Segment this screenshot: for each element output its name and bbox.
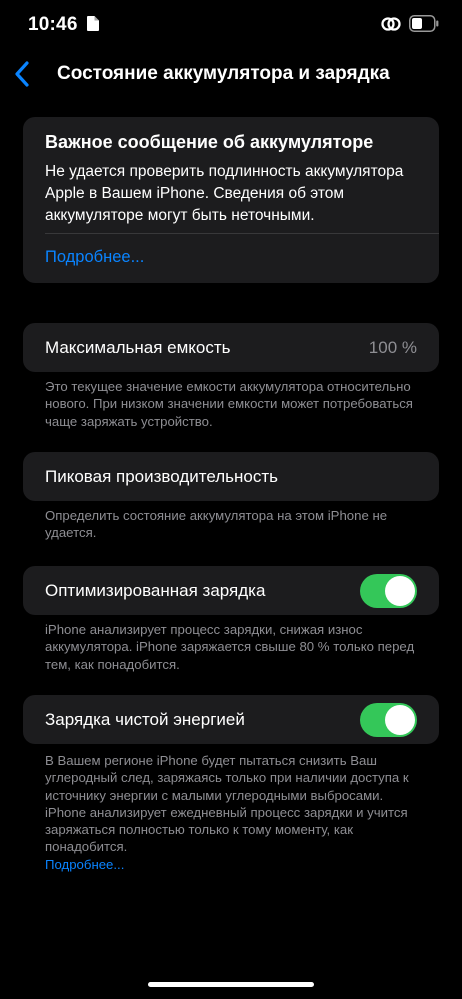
toggle-knob	[385, 576, 415, 606]
alert-text: Не удается проверить подлинность аккумул…	[45, 163, 404, 224]
home-indicator[interactable]	[148, 982, 314, 987]
max-capacity-value: 100 %	[368, 338, 417, 357]
max-capacity-row: Максимальная емкость 100 %	[23, 323, 439, 372]
clean-energy-footnote-text: В Вашем регионе iPhone будет пытаться сн…	[45, 753, 409, 855]
optimized-charging-footnote: iPhone анализирует процесс зарядки, сниж…	[45, 622, 415, 672]
peak-performance-footnote: Определить состояние аккумулятора на это…	[45, 508, 388, 541]
alert-title: Важное сообщение об аккумуляторе	[45, 132, 374, 152]
status-time: 10:46	[28, 14, 78, 35]
battery-alert-card: Важное сообщение об аккумуляторе Не удае…	[23, 117, 439, 283]
navigation-bar: Состояние аккумулятора и зарядка	[0, 58, 462, 94]
clean-energy-footnote: В Вашем регионе iPhone будет пытаться сн…	[45, 752, 425, 873]
page-title: Состояние аккумулятора и зарядка	[57, 63, 390, 84]
clean-energy-row: Зарядка чистой энергией	[23, 695, 439, 744]
chevron-left-icon[interactable]	[13, 61, 31, 87]
clean-energy-label: Зарядка чистой энергией	[45, 710, 245, 729]
clean-energy-toggle[interactable]	[360, 703, 417, 737]
max-capacity-label: Максимальная емкость	[45, 338, 231, 357]
optimized-charging-toggle[interactable]	[360, 574, 417, 608]
max-capacity-footnote: Это текущее значение емкости аккумулятор…	[45, 379, 413, 429]
battery-icon	[409, 15, 439, 32]
peak-performance-row: Пиковая производительность	[23, 452, 439, 501]
optimized-charging-row: Оптимизированная зарядка	[23, 566, 439, 615]
optimized-charging-label: Оптимизированная зарядка	[45, 581, 266, 600]
link-icon	[381, 17, 401, 31]
alert-more-link[interactable]: Подробнее...	[45, 248, 144, 267]
toggle-knob	[385, 705, 415, 735]
document-icon	[87, 16, 99, 31]
status-bar: 10:46	[0, 0, 462, 50]
divider	[45, 233, 439, 234]
peak-performance-label: Пиковая производительность	[45, 467, 279, 486]
clean-energy-more-link[interactable]: Подробнее...	[45, 857, 124, 872]
